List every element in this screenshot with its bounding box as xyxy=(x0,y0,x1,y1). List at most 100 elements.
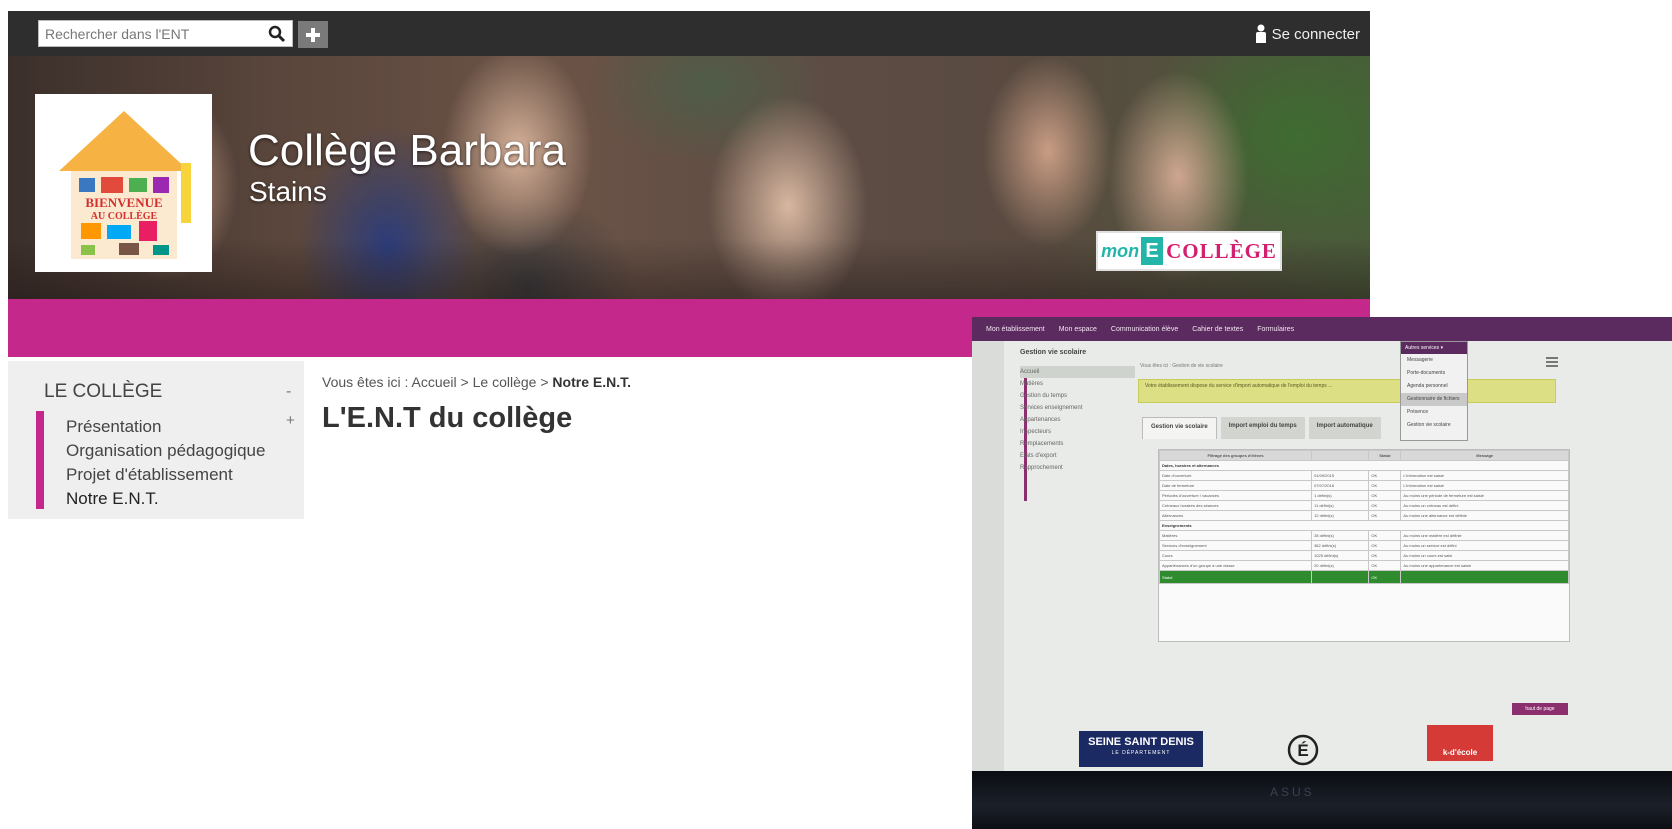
screen-side-title: Gestion vie scolaire xyxy=(1020,349,1087,356)
table-cell-value: 28 défini(s) xyxy=(1311,530,1370,541)
table-row: Matières 28 défini(s) OK Au moins une matiè… xyxy=(1158,530,1569,541)
search-input[interactable] xyxy=(39,21,261,46)
table-cell-label: Services d'enseignement xyxy=(1158,540,1313,551)
table-cell-status: OK xyxy=(1368,540,1402,551)
school-logo[interactable]: BIENVENUE AU COLLÈGE xyxy=(35,94,212,272)
monitor-brand: ASUS xyxy=(1270,785,1315,799)
table-row: Cours 1025 défini(s) OK Au moins un cours e… xyxy=(1158,550,1569,561)
table-cell-status: OK xyxy=(1368,530,1402,541)
table-cell-value: 01/09/2015 xyxy=(1311,470,1370,481)
welcome-house-logo: BIENVENUE AU COLLÈGE xyxy=(58,111,191,259)
table-cell-msg: L'information est saisie xyxy=(1400,480,1569,491)
table-cell-value: 12 défini(s) xyxy=(1311,510,1370,521)
sidebar-section-title[interactable]: LE COLLÈGE xyxy=(44,381,162,403)
dropdown-item: Porte-documents xyxy=(1407,370,1446,376)
breadcrumb-prefix: Vous êtes ici : xyxy=(322,374,409,390)
screen-nav-item: Mon établissement xyxy=(986,325,1045,333)
sidebar-item-projet[interactable]: Projet d'établissement xyxy=(66,463,265,487)
brand-e-icon: E xyxy=(1141,237,1164,265)
table-row: Services d'enseignement 362 défini(s) OK Au… xyxy=(1158,540,1569,551)
screen-side-item: Services enseignement xyxy=(1020,405,1083,411)
table-cell-status: OK xyxy=(1368,490,1402,501)
brand-mon-text: mon xyxy=(1101,240,1140,261)
table-cell-value: 11 défini(s) xyxy=(1311,500,1370,511)
table-cell-label: Appartenances d'un groupe à une classe xyxy=(1158,560,1313,571)
screen-footer-logos: SEINE SAINT DENIS LE DÉPARTEMENT É k-d'é… xyxy=(972,725,1672,771)
breadcrumb-home[interactable]: Accueil xyxy=(412,374,457,390)
svg-text:É: É xyxy=(1297,741,1308,760)
breadcrumb-college[interactable]: Le collège xyxy=(473,374,537,390)
screen-side-item: Appartenances xyxy=(1020,417,1061,423)
table-total-cell: Statut xyxy=(1158,570,1313,584)
screen-side-item: Accueil xyxy=(1020,366,1135,378)
screen-side-item: Inspecteurs xyxy=(1020,429,1052,435)
screen-body: Gestion vie scolaire Accueil Matières Ge… xyxy=(972,341,1672,771)
table-cell-label: Matières xyxy=(1158,530,1313,541)
table-total-cell xyxy=(1400,570,1569,584)
seine-saint-denis-logo: SEINE SAINT DENIS LE DÉPARTEMENT xyxy=(1079,731,1203,767)
add-button[interactable] xyxy=(298,21,328,48)
screen-tab: Gestion vie scolaire xyxy=(1142,417,1217,439)
table-cell-status: OK xyxy=(1368,480,1402,491)
collapse-icon[interactable]: - xyxy=(286,383,291,401)
school-name: Collège Barbara xyxy=(248,126,566,175)
table-cell-value: 1025 défini(s) xyxy=(1311,550,1370,561)
login-link[interactable]: Se connecter xyxy=(1255,23,1360,45)
table-cell-msg: Au moins une période de fermeture est sa… xyxy=(1400,490,1569,501)
breadcrumb: Vous êtes ici : Accueil > Le collège > N… xyxy=(322,374,631,390)
dropdown-item: Agenda personnel xyxy=(1407,383,1448,389)
table-cell-label: Date d'ouverture xyxy=(1158,470,1313,481)
screen-tab: Import automatique xyxy=(1308,417,1381,439)
table-cell-status: OK xyxy=(1368,470,1402,481)
education-nationale-logo: É xyxy=(1278,730,1320,768)
screen-nav-item: Cahier de textes xyxy=(1192,325,1244,333)
sidebar-item-presentation[interactable]: Présentation xyxy=(66,415,265,439)
screen-nav-bar: Mon établissement Mon espace Communicati… xyxy=(972,317,1672,341)
sidebar: LE COLLÈGE - + Présentation Organisation… xyxy=(8,361,304,519)
screen-nav-item: Formulaires xyxy=(1257,325,1295,333)
table-cell-label: Périodes d'ouverture / vacances xyxy=(1158,490,1313,501)
screen-side-item: Rapprochement xyxy=(1020,465,1063,471)
screen-alert: Votre établissement dispose du service d… xyxy=(1138,379,1556,403)
table-total-cell: OK xyxy=(1368,570,1402,584)
table-section-label: Dates, horaires et alternances xyxy=(1159,460,1569,471)
screen-side-item: Matières xyxy=(1020,381,1044,387)
table-total-cell xyxy=(1311,570,1370,584)
table-row: Dates, horaires et alternances xyxy=(1159,460,1569,471)
search-icon[interactable] xyxy=(264,22,290,45)
table-cell-label: Date de fermeture xyxy=(1158,480,1313,491)
table-cell-label: Alternances xyxy=(1158,510,1313,521)
screen-side-item: Gestion du temps xyxy=(1020,393,1068,399)
table-cell-msg: Au moins un cours est saisi xyxy=(1400,550,1569,561)
screen-status-table: Filtrage des groupes d'élèves Statut Mes… xyxy=(1158,449,1570,642)
screen-nav-item: Communication élève xyxy=(1110,325,1179,333)
header-banner: BIENVENUE AU COLLÈGE Collège Barbara Sta… xyxy=(8,56,1370,299)
breadcrumb-separator: > xyxy=(540,374,549,390)
table-row: Créneaux horaires des séances 11 défini(s… xyxy=(1158,500,1569,511)
expand-icon[interactable]: + xyxy=(286,412,295,429)
monitor-bezel: ASUS xyxy=(972,771,1672,829)
table-row: Alternances 12 défini(s) OK Au moins une al… xyxy=(1158,510,1569,521)
sidebar-item-organisation[interactable]: Organisation pédagogique xyxy=(66,439,265,463)
screen-nav-item: Mon espace xyxy=(1058,325,1097,333)
table-cell-value: 362 défini(s) xyxy=(1311,540,1370,551)
sidebar-item-ent[interactable]: Notre E.N.T. xyxy=(66,487,265,511)
menu-icon xyxy=(1546,357,1558,367)
table-header xyxy=(1311,450,1370,461)
table-header: Message xyxy=(1400,450,1569,461)
top-bar: Se connecter xyxy=(8,11,1370,56)
dropdown-item: Gestionnaire de fichiers xyxy=(1401,393,1467,406)
plus-icon xyxy=(306,27,320,42)
table-row: Périodes d'ouverture / vacances 1 défini(… xyxy=(1158,490,1569,501)
school-city: Stains xyxy=(249,176,327,207)
table-cell-msg: Au moins une appartenance est saisie xyxy=(1400,560,1569,571)
table-header: Filtrage des groupes d'élèves xyxy=(1158,450,1313,461)
seine-label: SEINE SAINT DENIS xyxy=(1088,736,1194,748)
table-cell-msg: Au moins un créneau est défini xyxy=(1400,500,1569,511)
screen-tabs: Gestion vie scolaire Import emploi du te… xyxy=(1142,417,1381,439)
mon-college-logo[interactable]: mon E COLLÈGE xyxy=(1096,231,1282,271)
table-cell-label: Créneaux horaires des séances xyxy=(1158,500,1313,511)
screen-services-dropdown: Autres services ▾ Messagerie Porte-docum… xyxy=(1400,341,1468,441)
table-cell-status: OK xyxy=(1368,560,1402,571)
table-cell-value: 07/07/2016 xyxy=(1311,480,1370,491)
